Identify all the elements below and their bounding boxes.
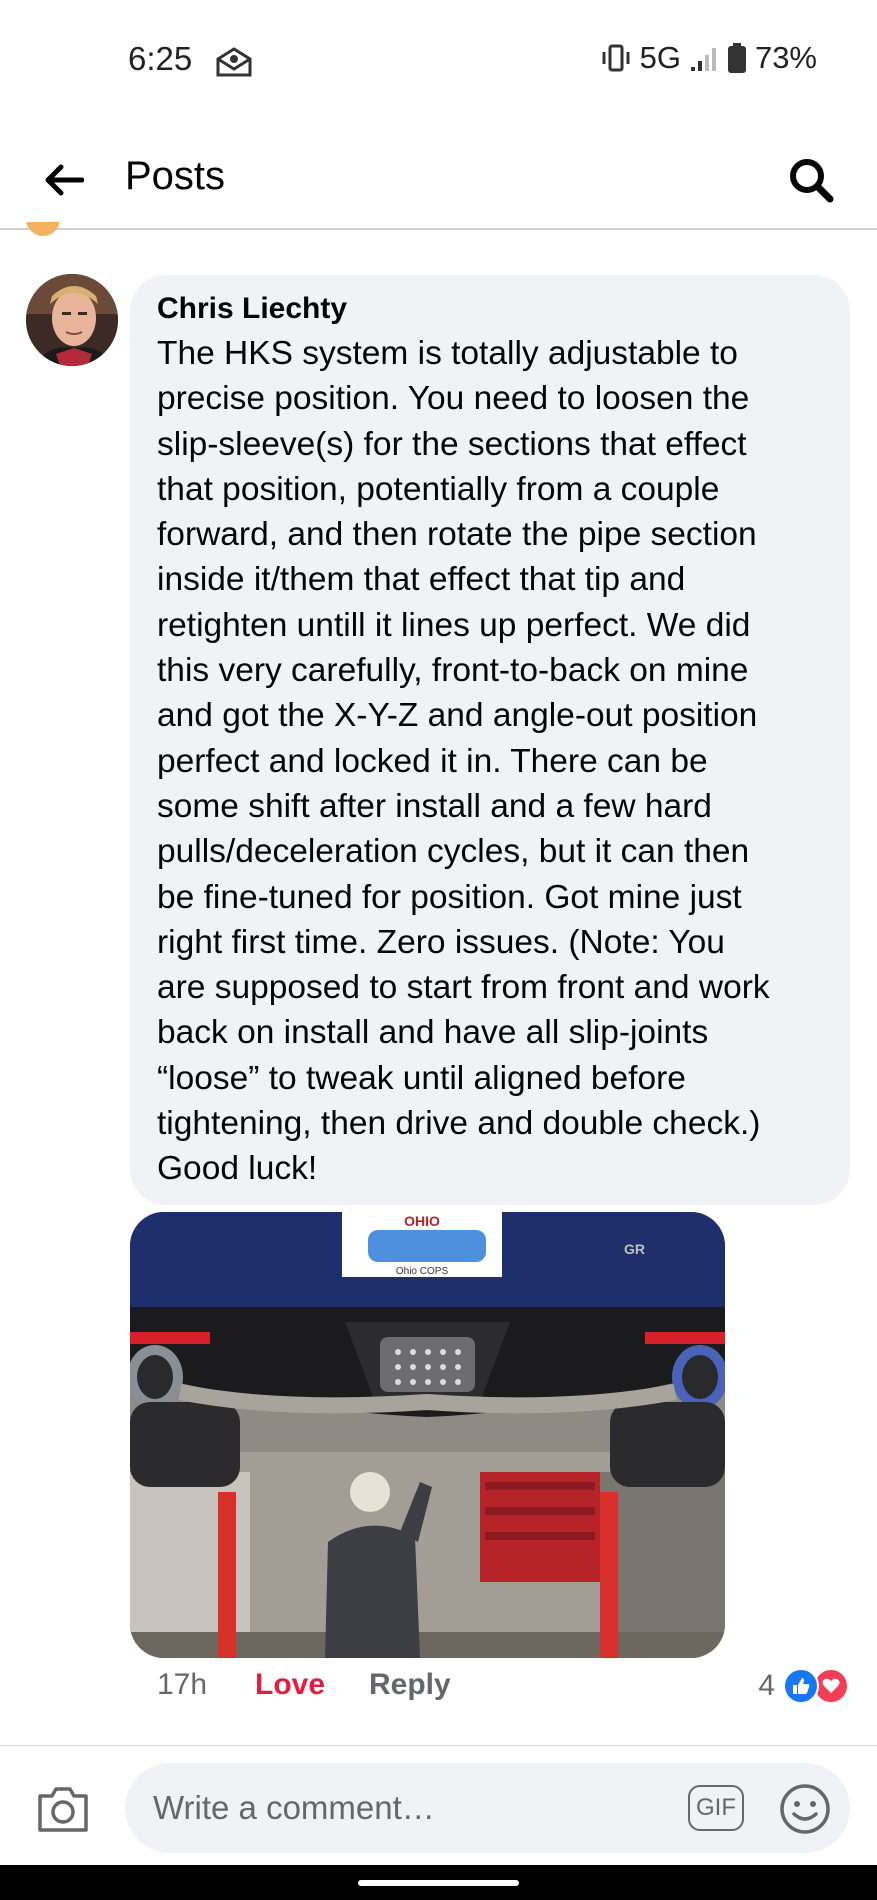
signal-icon xyxy=(690,48,716,71)
vibrate-icon xyxy=(602,44,630,72)
system-nav-bar xyxy=(0,1865,877,1900)
battery-percent: 73% xyxy=(754,40,817,75)
back-arrow-icon xyxy=(45,164,84,196)
gr-badge: GR xyxy=(624,1241,645,1257)
plate-state: OHIO xyxy=(404,1213,440,1229)
home-indicator[interactable] xyxy=(358,1880,519,1886)
plate-caption: Ohio COPS xyxy=(396,1266,449,1277)
status-bar: 6:25 5G 73% xyxy=(0,0,877,120)
status-indicators: 5G 73% xyxy=(600,40,817,76)
previous-reaction-icon xyxy=(26,222,60,236)
car-rear-photo: OHIO Ohio COPS GR xyxy=(130,1212,725,1658)
page-title: Posts xyxy=(125,154,226,198)
emoji-icon[interactable] xyxy=(778,1782,832,1836)
network-type: 5G xyxy=(639,40,681,75)
comment-composer: GIF xyxy=(0,1745,877,1865)
camera-icon[interactable] xyxy=(36,1784,90,1834)
comment-photo[interactable]: OHIO Ohio COPS GR xyxy=(130,1212,725,1658)
profile-photo xyxy=(26,274,118,366)
like-reaction-icon xyxy=(783,1668,819,1704)
reaction-count: 4 xyxy=(758,1669,775,1702)
love-button[interactable]: Love xyxy=(255,1668,369,1702)
back-button[interactable] xyxy=(38,154,90,206)
comment-text: The HKS system is totally adjustable to … xyxy=(157,335,770,1188)
comment-author[interactable]: Chris Liechty xyxy=(157,289,822,329)
search-icon xyxy=(790,159,834,203)
comment-time[interactable]: 17h xyxy=(157,1668,255,1702)
search-button[interactable] xyxy=(783,152,839,208)
mail-notification-icon xyxy=(216,47,252,77)
comment-actions: 17h Love Reply xyxy=(157,1668,451,1702)
reactions-summary[interactable]: 4 xyxy=(758,1668,849,1704)
top-app-bar: Posts xyxy=(0,130,877,230)
status-time: 6:25 xyxy=(128,40,193,77)
battery-icon xyxy=(727,43,746,73)
gif-button[interactable]: GIF xyxy=(688,1785,744,1831)
comment-bubble[interactable]: Chris Liechty The HKS system is totally … xyxy=(130,275,850,1205)
reply-button[interactable]: Reply xyxy=(369,1668,451,1702)
gif-label: GIF xyxy=(696,1794,736,1821)
avatar[interactable] xyxy=(26,274,118,366)
